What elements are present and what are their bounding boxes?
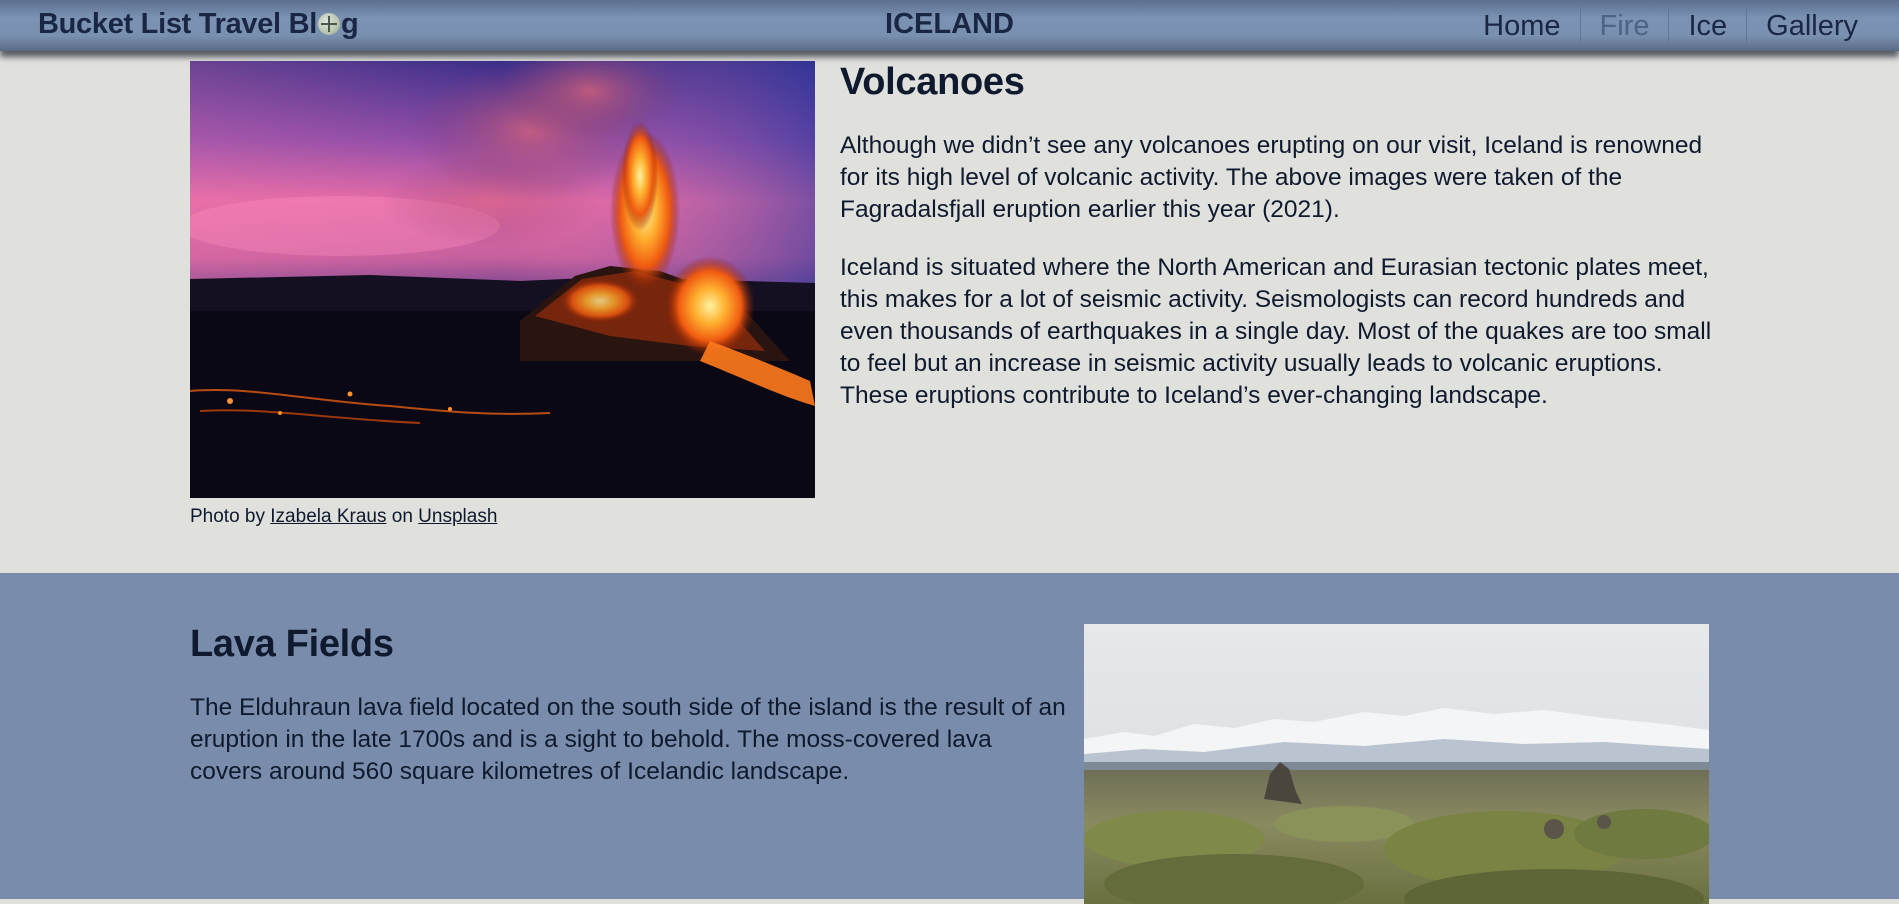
top-navbar: Bucket List Travel Bl g ICELAND Home Fire… bbox=[0, 0, 1899, 51]
brand-logo[interactable]: Bucket List Travel Bl g bbox=[38, 8, 359, 41]
volcano-eruption-photo bbox=[190, 61, 815, 498]
main-nav: Home Fire Ice Gallery bbox=[1464, 0, 1877, 51]
volcanoes-heading: Volcanoes bbox=[840, 61, 1025, 103]
lava-fields-text: Lava Fields The Elduhraun lava field loc… bbox=[190, 623, 1070, 788]
volcanoes-paragraph-2: Iceland is situated where the North Amer… bbox=[840, 254, 1712, 409]
volcanoes-text: Volcanoes Although we didn’t see any vol… bbox=[840, 61, 1720, 412]
unsplash-link[interactable]: Unsplash bbox=[418, 506, 497, 527]
lava-field-photo bbox=[1084, 624, 1709, 904]
nav-link-home[interactable]: Home bbox=[1464, 7, 1579, 45]
volcanoes-paragraph-1: Although we didn’t see any volcanoes eru… bbox=[840, 132, 1703, 223]
photo-caption: Photo by Izabela Kraus on Unsplash bbox=[190, 506, 497, 528]
lava-fields-paragraph: The Elduhraun lava field located on the … bbox=[190, 694, 1066, 785]
nav-link-gallery[interactable]: Gallery bbox=[1746, 6, 1877, 45]
globe-compass-icon bbox=[317, 13, 340, 35]
brand-text-end: g bbox=[340, 8, 359, 40]
photographer-link[interactable]: Izabela Kraus bbox=[270, 506, 386, 527]
caption-middle: on bbox=[386, 506, 419, 527]
nav-link-ice[interactable]: Ice bbox=[1668, 6, 1746, 45]
lava-fields-section: Lava Fields The Elduhraun lava field loc… bbox=[0, 573, 1899, 904]
volcanoes-section: Photo by Izabela Kraus on Unsplash Volca… bbox=[0, 51, 1899, 573]
nav-link-fire[interactable]: Fire bbox=[1579, 6, 1669, 45]
caption-prefix: Photo by bbox=[190, 506, 271, 527]
brand-text-start: Bucket List Travel Bl bbox=[38, 8, 317, 40]
lava-fields-heading: Lava Fields bbox=[190, 623, 394, 665]
